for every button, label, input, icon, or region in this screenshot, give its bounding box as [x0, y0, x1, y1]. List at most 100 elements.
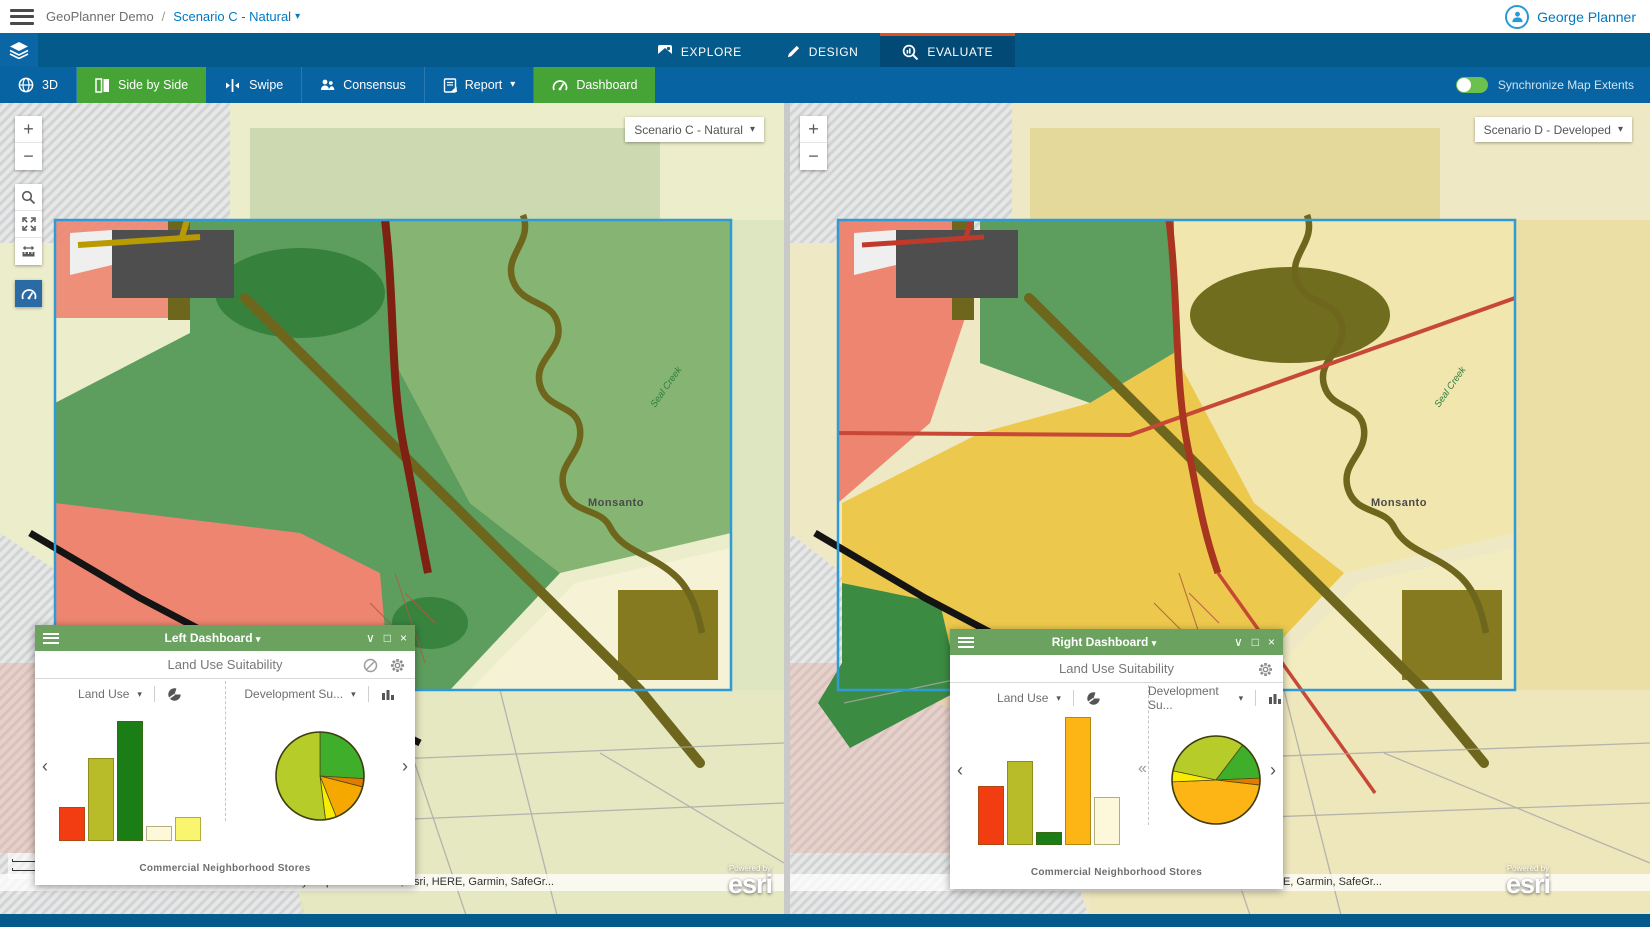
pie-chart-type-icon[interactable] [167, 687, 182, 702]
breadcrumb-separator: / [162, 9, 166, 24]
evaluate-chart-magnifier-icon [902, 44, 919, 60]
caret-down-icon[interactable]: ▾ [137, 689, 142, 700]
zoom-out-button[interactable]: − [15, 143, 42, 170]
search-button[interactable] [15, 184, 42, 211]
chart1-selector-label[interactable]: Land Use [997, 691, 1048, 705]
widget-title: Land Use Suitability [950, 661, 1283, 676]
consensus-button[interactable]: Consensus [302, 67, 425, 103]
dashboard-charts-body: ‹ › Land Use ▾ Development Su... ▾ [35, 679, 415, 851]
top-bar: GeoPlanner Demo / Scenario C - Natural ▾… [0, 0, 1650, 33]
chart-caption: Commercial Neighborhood Stores [35, 851, 415, 885]
collapse-icon[interactable]: ∨ [1234, 635, 1243, 649]
caret-down-icon[interactable]: ▾ [1239, 693, 1244, 704]
zoom-controls: + − [800, 116, 827, 170]
measure-ruler-icon [21, 245, 36, 258]
left-dashboard-header: Left Dashboard ▾ ∨ □ × [35, 625, 415, 651]
user-menu[interactable]: George Planner [1505, 5, 1650, 29]
user-name: George Planner [1537, 9, 1636, 25]
measure-button[interactable] [15, 238, 42, 265]
dashboard-title-dropdown[interactable]: Left Dashboard ▾ [59, 631, 366, 645]
right-dashboard-header: Right Dashboard ▾ ∨ □ × [950, 629, 1283, 655]
development-suitability-pie-chart [1148, 713, 1283, 847]
dashboard-tool [15, 280, 42, 307]
report-document-icon [443, 78, 457, 93]
development-suitability-pie-chart [225, 709, 415, 843]
breadcrumb-scenario-dropdown[interactable]: Scenario C - Natural ▾ [173, 9, 300, 24]
tab-evaluate[interactable]: EVALUATE [880, 33, 1015, 67]
nav-spacer [1612, 33, 1650, 67]
pencil-icon [786, 44, 801, 59]
caret-down-icon[interactable]: ▾ [351, 689, 356, 700]
layers-panel-button[interactable] [0, 33, 38, 67]
map-label-monsanto: Monsanto [1371, 497, 1427, 509]
collapse-icon[interactable]: ∨ [366, 631, 375, 645]
caret-down-icon: ▾ [256, 634, 261, 644]
land-use-bar-chart [978, 713, 1120, 847]
breadcrumb-app-name: GeoPlanner Demo [46, 9, 154, 24]
side-by-side-button[interactable]: Side by Side [77, 67, 206, 103]
map-label-monsanto: Monsanto [588, 497, 644, 509]
bar-chart-type-icon[interactable] [1268, 692, 1283, 705]
chart2-selector-label[interactable]: Development Su... [1148, 684, 1231, 712]
main-nav-bar: EXPLORE DESIGN EVALUATE [0, 33, 1650, 67]
carousel-next-icon[interactable]: › [402, 756, 408, 777]
pie-chart-type-icon[interactable] [1086, 691, 1101, 706]
widget-title-row: Land Use Suitability [950, 655, 1283, 683]
mode-tabs: EXPLORE DESIGN EVALUATE [635, 33, 1015, 67]
consensus-people-icon [320, 78, 335, 93]
dashboard-title-dropdown[interactable]: Right Dashboard ▾ [974, 635, 1234, 649]
zoom-controls: + − [15, 116, 42, 170]
gear-icon[interactable] [1258, 662, 1273, 677]
globe-disabled-icon[interactable] [363, 658, 378, 673]
full-extent-button[interactable] [15, 211, 42, 238]
dashboard-charts-body: ‹ « › Land Use ▾ Development Su... ▾ [950, 683, 1283, 855]
caret-down-icon: ▾ [750, 125, 755, 135]
chart2-selector-label[interactable]: Development Su... [244, 687, 343, 701]
carousel-prev-icon[interactable]: ‹ [957, 760, 963, 781]
layers-icon [9, 41, 29, 59]
esri-logo: Powered by esri [728, 864, 772, 895]
dashboard-button[interactable]: Dashboard [534, 67, 655, 103]
right-scenario-selector[interactable]: Scenario D - Developed ▾ [1475, 117, 1632, 142]
carousel-collapse-icon[interactable]: « [1138, 760, 1147, 778]
carousel-prev-icon[interactable]: ‹ [42, 756, 48, 777]
user-avatar-icon [1505, 5, 1529, 29]
synchronize-extents-toggle[interactable] [1456, 77, 1488, 93]
search-icon [21, 190, 36, 205]
zoom-in-button[interactable]: + [15, 116, 42, 143]
zoom-out-button[interactable]: − [800, 143, 827, 170]
caret-down-icon[interactable]: ▾ [1056, 693, 1061, 704]
dashboard-tool-button[interactable] [15, 280, 42, 307]
hamburger-menu-icon[interactable] [10, 9, 34, 25]
left-scenario-selector[interactable]: Scenario C - Natural ▾ [625, 117, 764, 142]
chart1-selector-label[interactable]: Land Use [78, 687, 129, 701]
close-icon[interactable]: × [400, 631, 407, 645]
dashboard-menu-icon[interactable] [958, 637, 974, 648]
expand-arrows-icon [22, 217, 36, 231]
maximize-icon[interactable]: □ [1252, 635, 1259, 649]
close-icon[interactable]: × [1268, 635, 1275, 649]
3d-button[interactable]: 3D [0, 67, 77, 103]
maximize-icon[interactable]: □ [384, 631, 391, 645]
widget-title: Land Use Suitability [35, 657, 415, 672]
dashboard-menu-icon[interactable] [43, 633, 59, 644]
tab-explore[interactable]: EXPLORE [635, 33, 764, 67]
map-tools [15, 184, 42, 265]
tab-design[interactable]: DESIGN [764, 33, 881, 67]
carousel-next-icon[interactable]: › [1270, 760, 1276, 781]
report-button[interactable]: Report ▾ [425, 67, 535, 103]
gear-icon[interactable] [390, 658, 405, 673]
toolbar-right-group: Synchronize Map Extents [1456, 67, 1650, 103]
gauge-icon [21, 287, 37, 301]
side-by-side-icon [95, 78, 110, 93]
swipe-button[interactable]: Swipe [206, 67, 302, 103]
bar-chart-type-icon[interactable] [381, 688, 396, 701]
esri-logo: Powered by esri [1506, 864, 1550, 895]
right-dashboard-panel: Right Dashboard ▾ ∨ □ × Land Use Suitabi… [950, 629, 1283, 889]
synchronize-extents-label: Synchronize Map Extents [1498, 78, 1634, 92]
globe-icon [18, 77, 34, 93]
left-dashboard-panel: Left Dashboard ▾ ∨ □ × Land Use Suitabil… [35, 625, 415, 885]
caret-down-icon: ▾ [510, 80, 515, 90]
land-use-bar-chart [59, 709, 201, 843]
zoom-in-button[interactable]: + [800, 116, 827, 143]
